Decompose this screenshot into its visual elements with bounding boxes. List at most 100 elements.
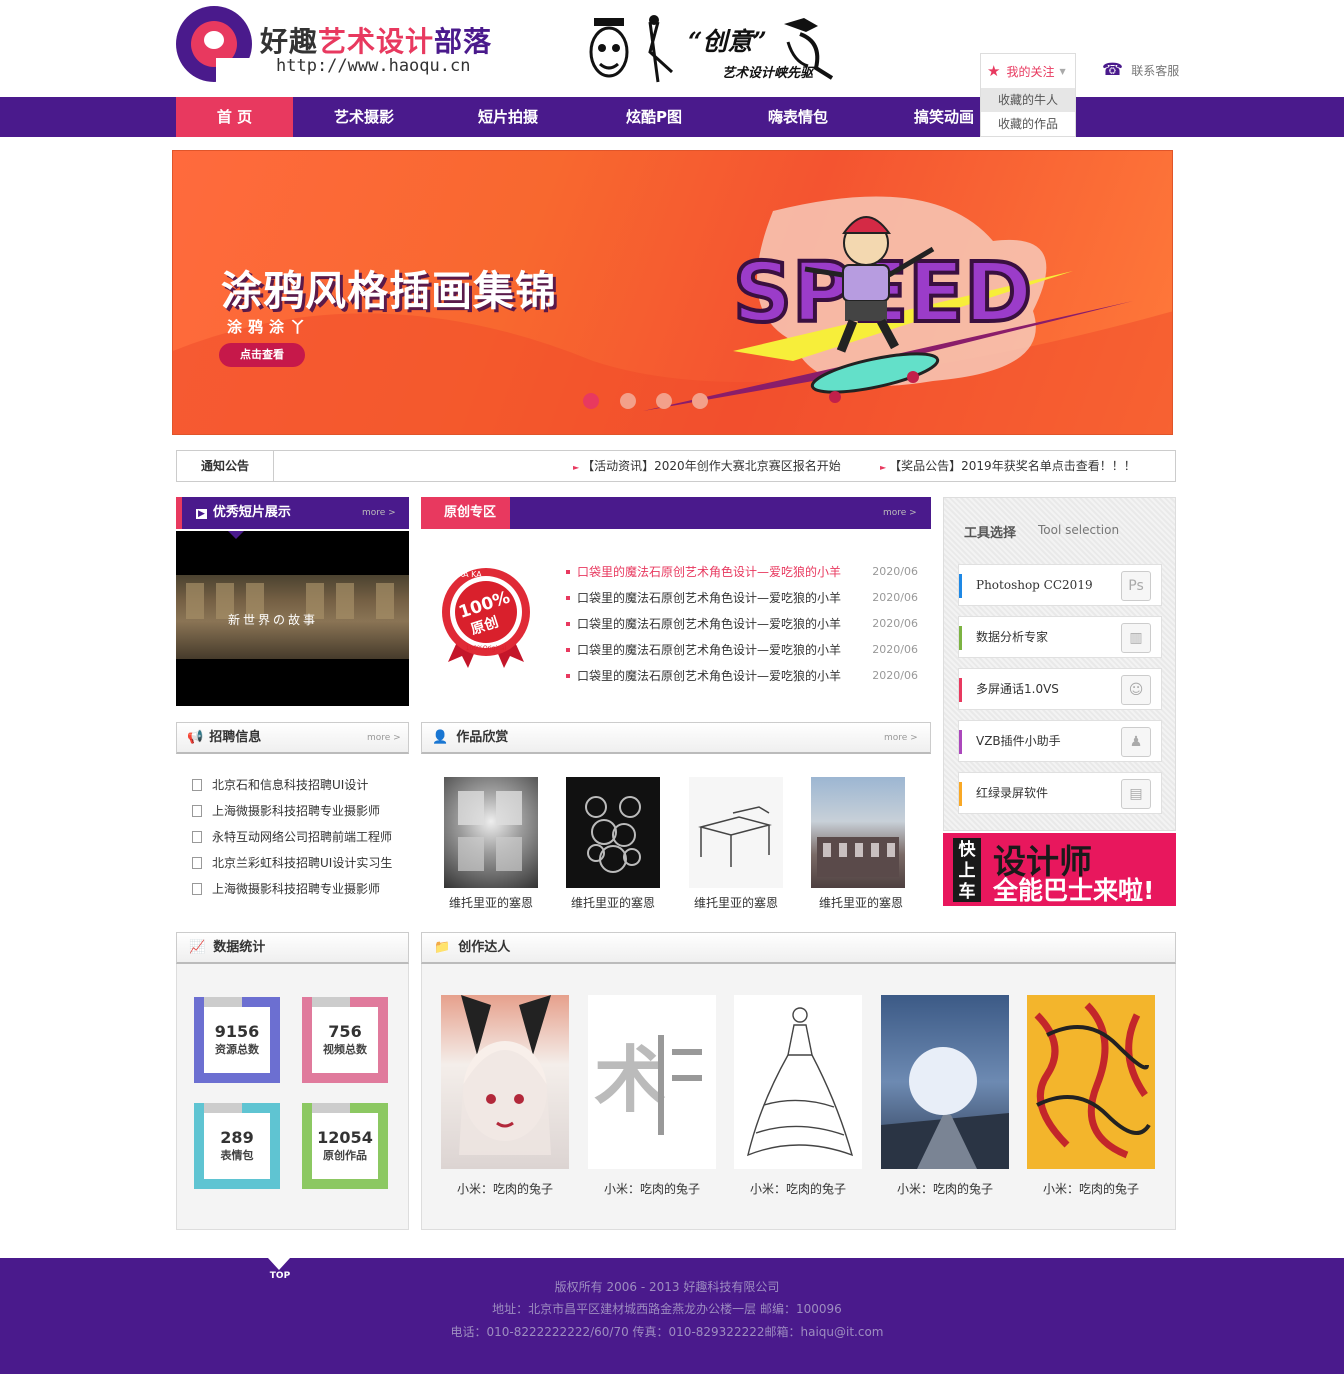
work-caption: 维托里亚的塞恩 (818, 896, 903, 910)
slide-dot[interactable] (656, 393, 672, 409)
stat-card-videos: 756 视频总数 (302, 997, 388, 1083)
work-caption: 维托里亚的塞恩 (448, 896, 533, 910)
tool-item-recorder[interactable]: 红绿录屏软件 ▤ (958, 772, 1162, 814)
notice-item[interactable]: ► 【活动资讯】2020年创作大赛北京赛区报名开始 (573, 451, 841, 483)
promo-banner[interactable]: 快上车 设计师 全能巴士来啦! (943, 833, 1176, 906)
more-link[interactable]: more > (884, 723, 918, 753)
tool-item-multiscreen[interactable]: 多屏通话1.0VS ☺ (958, 668, 1162, 710)
megaphone-icon: 📢 (187, 730, 204, 745)
site-logo[interactable]: 好趣艺术设计部落 http://www.haoqu.cn (176, 6, 506, 86)
work-thumbnail[interactable] (444, 777, 538, 888)
nav-home[interactable]: 首 页 (176, 97, 293, 137)
expert-caption: 小米：吃肉的兔子 (749, 1182, 846, 1196)
document-icon (192, 831, 202, 843)
job-list-item[interactable]: 上海微摄影科技招聘专业摄影师 (192, 876, 380, 902)
follow-toggle[interactable]: ★ 我的关注 ▼ (981, 54, 1075, 88)
section-title: 👤 作品欣赏 (432, 730, 509, 745)
nav-photoshop[interactable]: 炫酷P图 (600, 97, 708, 137)
phone-icon: ☎ (1102, 60, 1124, 80)
tools-subtitle: Tool selection (1038, 523, 1120, 537)
more-link[interactable]: more > (883, 497, 917, 529)
original-list-item[interactable]: 口袋里的魔法石原创艺术角色设计—爱吃狼的小羊 2020/06 (566, 585, 918, 611)
follow-item-people[interactable]: 收藏的牛人 (981, 88, 1075, 112)
notice-bar: 通知公告 ► 【活动资讯】2020年创作大赛北京赛区报名开始 ► 【奖品公告】201… (176, 450, 1176, 482)
site-footer: 版权所有 2006 - 2013 好趣科技有限公司 地址：北京市昌平区建材城西路… (0, 1258, 1344, 1374)
video-frame: 新世界の故事 (176, 575, 409, 659)
video-section-header: ▶ 优秀短片展示 more > (176, 497, 409, 529)
play-icon: ▶ (196, 509, 207, 519)
line-chart-icon: 📈 (189, 940, 206, 955)
expert-avatar[interactable]: 术 (588, 995, 716, 1169)
back-to-top-icon[interactable] (268, 1258, 290, 1270)
logo-mark-icon (176, 6, 252, 84)
photoshop-icon: Ps (1121, 571, 1151, 601)
expert-caption: 小米：吃肉的兔子 (456, 1182, 553, 1196)
nav-photography[interactable]: 艺术摄影 (310, 97, 418, 137)
job-list-item[interactable]: 北京兰彩虹科技招聘UI设计实习生 (192, 850, 392, 876)
work-thumbnail[interactable] (566, 777, 660, 888)
expert-caption: 小米：吃肉的兔子 (603, 1182, 700, 1196)
notice-item[interactable]: ► 【奖品公告】2019年获奖名单点击查看！！！ (880, 451, 1136, 483)
original-list-item[interactable]: 口袋里的魔法石原创艺术角色设计—爱吃狼的小羊 2020/06 (566, 559, 918, 585)
hero-banner[interactable]: SPEED 涂鸦风格插画集锦 涂鸦涂丫 点击查看 (172, 150, 1173, 435)
svg-text:KA KA: KA KA (458, 570, 482, 579)
slogan-main: “创意” (688, 27, 767, 56)
banner-view-button[interactable]: 点击查看 (219, 343, 305, 367)
tool-item-data-analysis[interactable]: 数据分析专家 ▥ (958, 616, 1162, 658)
document-icon (192, 805, 202, 817)
original-section-header: 原创专区 more > (421, 497, 931, 529)
follow-item-works[interactable]: 收藏的作品 (981, 112, 1075, 136)
tool-item-vzb[interactable]: VZB插件小助手 ♟ (958, 720, 1162, 762)
more-link[interactable]: more > (362, 497, 396, 529)
expert-avatar[interactable] (734, 995, 862, 1169)
slide-dot[interactable] (620, 393, 636, 409)
work-thumbnail[interactable] (689, 777, 783, 888)
stat-card-resources: 9156 资源总数 (194, 997, 280, 1083)
section-title: 📢 招聘信息 (187, 730, 262, 745)
section-title: ▶ 优秀短片展示 (196, 505, 291, 520)
banner-title: 涂鸦风格插画集锦 (221, 267, 557, 315)
section-title: 📁 创作达人 (434, 940, 511, 955)
slide-dot[interactable] (692, 393, 708, 409)
follow-dropdown[interactable]: ★ 我的关注 ▼ 收藏的牛人 收藏的作品 (980, 53, 1076, 137)
recruit-section-header: 📢 招聘信息 more > (176, 722, 409, 754)
team-icon: ♟ (1121, 727, 1151, 757)
job-list-item[interactable]: 上海微摄影科技招聘专业摄影师 (192, 798, 380, 824)
svg-text:术: 术 (594, 1037, 666, 1122)
pointer-triangle-icon (228, 531, 244, 539)
section-title: 原创专区 (444, 505, 497, 520)
original-list-item[interactable]: 口袋里的魔法石原创艺术角色设计—爱吃狼的小羊 2020/06 (566, 637, 918, 663)
contact-service-link[interactable]: ☎ 联系客服 (1102, 60, 1179, 80)
video-player[interactable]: 新世界の故事 (176, 531, 409, 706)
follow-label: 我的关注 (1006, 64, 1055, 79)
people-icon: ☺ (1121, 675, 1151, 705)
work-caption: 维托里亚的塞恩 (570, 896, 655, 910)
nav-shortfilm[interactable]: 短片拍摄 (454, 97, 562, 137)
expert-avatar[interactable] (881, 995, 1009, 1169)
expert-avatar[interactable] (1027, 995, 1155, 1169)
user-icon: 👤 (432, 730, 449, 745)
job-list-item[interactable]: 北京石和信息科技招聘UI设计 (192, 772, 368, 798)
tool-item-photoshop[interactable]: Photoshop CC2019 Ps (958, 564, 1162, 606)
presentation-icon: ▤ (1121, 779, 1151, 809)
arrow-right-icon: ► (573, 463, 580, 472)
document-icon (192, 857, 202, 869)
footer-contact: 电话：010-8222222222/60/70 传真：010-829322222… (450, 1325, 884, 1339)
original-list-item[interactable]: 口袋里的魔法石原创艺术角色设计—爱吃狼的小羊 2020/06 (566, 611, 918, 637)
nav-stickers[interactable]: 嗨表情包 (744, 97, 852, 137)
banner-subtitle: 涂鸦涂丫 (227, 318, 312, 336)
work-thumbnail[interactable] (811, 777, 905, 888)
expert-avatar[interactable] (441, 995, 569, 1169)
back-to-top-label[interactable]: TOP (262, 1271, 298, 1281)
promo-tag: 快上车 (953, 838, 981, 902)
arrow-right-icon: ► (880, 463, 887, 472)
slide-dot[interactable] (583, 393, 599, 409)
more-link[interactable]: more > (367, 723, 401, 753)
tools-panel: 工具选择 Tool selection Photoshop CC2019 Ps 数… (943, 497, 1176, 831)
video-caption: 新世界の故事 (228, 613, 319, 627)
original-list-item[interactable]: 口袋里的魔法石原创艺术角色设计—爱吃狼的小羊 2020/06 (566, 663, 918, 689)
job-list-item[interactable]: 永特互动网络公司招聘前端工程师 (192, 824, 392, 850)
document-icon (192, 883, 202, 895)
stat-card-originals: 12054 原创作品 (302, 1103, 388, 1189)
stat-card-stickers: 289 表情包 (194, 1103, 280, 1189)
